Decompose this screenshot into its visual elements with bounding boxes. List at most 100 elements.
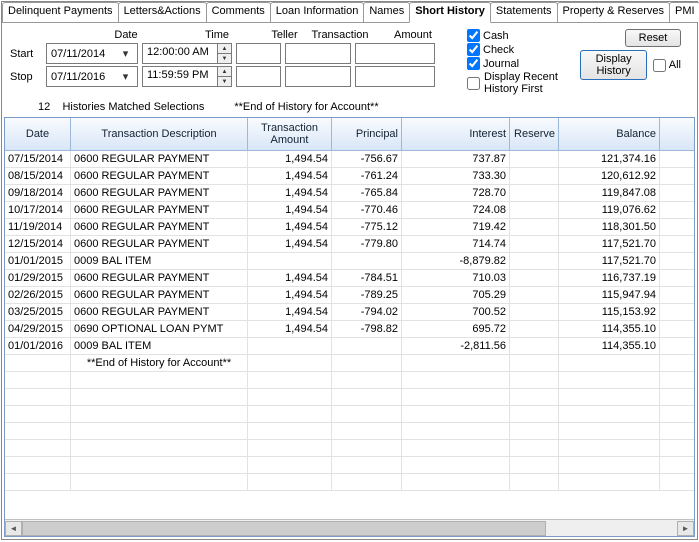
cash-checkbox[interactable]: Cash (467, 29, 580, 42)
cell-balance: 114,355.10 (559, 321, 660, 337)
tab-short-history[interactable]: Short History (409, 2, 491, 23)
tab-statements[interactable]: Statements (490, 2, 558, 22)
stop-amount-input[interactable] (355, 66, 435, 87)
start-amount-input[interactable] (355, 43, 435, 64)
spin-down-icon[interactable]: ▼ (218, 54, 231, 63)
start-time-spinner[interactable]: 12:00:00 AM ▲ ▼ (142, 43, 232, 64)
cell-empty (248, 372, 332, 388)
tab-names[interactable]: Names (363, 2, 410, 22)
cell-reserve (510, 270, 559, 286)
cell-spacer (660, 338, 674, 354)
cash-label: Cash (483, 30, 509, 42)
journal-checkbox[interactable]: Journal (467, 57, 580, 70)
cell-reserve (510, 185, 559, 201)
scroll-thumb[interactable] (22, 521, 546, 536)
tab-property-reserves[interactable]: Property & Reserves (557, 2, 670, 22)
all-label: All (669, 59, 681, 71)
match-count: 12 (38, 101, 50, 113)
table-row[interactable]: 01/29/20150600 REGULAR PAYMENT1,494.54-7… (5, 270, 694, 287)
cell-empty (402, 372, 510, 388)
cell-transaction-amount (248, 338, 332, 354)
start-transaction-input[interactable] (285, 43, 351, 64)
col-description[interactable]: Transaction Description (71, 118, 248, 150)
filter-panel: Date Time Teller Transaction Amount Star… (2, 23, 697, 99)
stop-time-spinner[interactable]: 11:59:59 PM ▲ ▼ (142, 66, 232, 87)
check-checkbox[interactable]: Check (467, 43, 580, 56)
col-transaction-amount[interactable]: Transaction Amount (248, 118, 332, 150)
cell-reserve (510, 355, 559, 371)
start-teller-input[interactable] (236, 43, 281, 64)
table-row[interactable]: 10/17/20140600 REGULAR PAYMENT1,494.54-7… (5, 202, 694, 219)
recent-checkbox[interactable]: Display Recent History First (467, 71, 580, 95)
cell-empty (71, 457, 248, 473)
all-checkbox[interactable]: All (653, 59, 681, 72)
tab-comments[interactable]: Comments (206, 2, 271, 22)
cell-empty (660, 423, 674, 439)
cell-empty (5, 389, 71, 405)
journal-label: Journal (483, 58, 519, 70)
scroll-left-icon[interactable]: ◄ (5, 521, 22, 536)
cell-empty (5, 372, 71, 388)
cell-interest (402, 355, 510, 371)
table-row[interactable]: 01/01/20160009 BAL ITEM-2,811.56114,355.… (5, 338, 694, 355)
cell-spacer (660, 236, 674, 252)
table-row[interactable]: 08/15/20140600 REGULAR PAYMENT1,494.54-7… (5, 168, 694, 185)
reset-button[interactable]: Reset (625, 29, 681, 47)
table-row[interactable]: 12/15/20140600 REGULAR PAYMENT1,494.54-7… (5, 236, 694, 253)
cell-description: 0600 REGULAR PAYMENT (71, 219, 248, 235)
scroll-right-icon[interactable]: ► (677, 521, 694, 536)
horizontal-scrollbar[interactable]: ◄ ► (5, 519, 694, 536)
spin-down-icon[interactable]: ▼ (218, 77, 231, 86)
spin-up-icon[interactable]: ▲ (218, 44, 231, 54)
cell-principal: -761.24 (332, 168, 402, 184)
cell-empty (660, 474, 674, 490)
tab-loan-information[interactable]: Loan Information (270, 2, 365, 22)
cell-empty (510, 440, 559, 456)
table-row[interactable]: 04/29/20150690 OPTIONAL LOAN PYMT1,494.5… (5, 321, 694, 338)
table-row[interactable]: 02/26/20150600 REGULAR PAYMENT1,494.54-7… (5, 287, 694, 304)
col-date[interactable]: Date (5, 118, 71, 150)
stop-teller-input[interactable] (236, 66, 281, 87)
start-date-select[interactable]: 07/11/2014 ▾ (46, 43, 138, 64)
scroll-track[interactable] (22, 521, 677, 536)
cell-spacer (660, 287, 674, 303)
tab-pmi[interactable]: PMI (669, 2, 699, 22)
cell-reserve (510, 236, 559, 252)
empty-row (5, 440, 694, 457)
cell-transaction-amount: 1,494.54 (248, 287, 332, 303)
col-interest[interactable]: Interest (402, 118, 510, 150)
col-reserve[interactable]: Reserve (510, 118, 559, 150)
table-row[interactable]: 01/01/20150009 BAL ITEM-8,879.82117,521.… (5, 253, 694, 270)
history-table: Date Transaction Description Transaction… (4, 117, 695, 537)
cell-date: 04/29/2015 (5, 321, 71, 337)
table-row[interactable]: 03/25/20150600 REGULAR PAYMENT1,494.54-7… (5, 304, 694, 321)
stop-date-select[interactable]: 07/11/2016 ▾ (46, 66, 138, 87)
stop-transaction-input[interactable] (285, 66, 351, 87)
empty-row (5, 474, 694, 491)
cell-empty (510, 423, 559, 439)
table-body[interactable]: 07/15/20140600 REGULAR PAYMENT1,494.54-7… (5, 151, 694, 519)
cell-balance: 121,374.16 (559, 151, 660, 167)
cell-date (5, 355, 71, 371)
cell-date: 11/19/2014 (5, 219, 71, 235)
end-history-text: **End of History for Account** (234, 101, 378, 113)
table-row[interactable]: 11/19/20140600 REGULAR PAYMENT1,494.54-7… (5, 219, 694, 236)
tab-letters-actions[interactable]: Letters&Actions (118, 2, 207, 22)
cell-empty (332, 457, 402, 473)
display-history-button[interactable]: Display History (580, 50, 646, 80)
cell-date: 03/25/2015 (5, 304, 71, 320)
cell-empty (510, 406, 559, 422)
cell-balance (559, 355, 660, 371)
cell-balance: 118,301.50 (559, 219, 660, 235)
spin-up-icon[interactable]: ▲ (218, 67, 231, 77)
table-row[interactable]: 07/15/20140600 REGULAR PAYMENT1,494.54-7… (5, 151, 694, 168)
cell-empty (71, 372, 248, 388)
tab-delinquent-payments[interactable]: Delinquent Payments (2, 2, 119, 22)
cell-empty (248, 474, 332, 490)
cell-balance: 120,612.92 (559, 168, 660, 184)
table-row[interactable]: 09/18/20140600 REGULAR PAYMENT1,494.54-7… (5, 185, 694, 202)
col-balance[interactable]: Balance (559, 118, 660, 150)
col-principal[interactable]: Principal (332, 118, 402, 150)
cell-spacer (660, 355, 674, 371)
cell-empty (559, 474, 660, 490)
